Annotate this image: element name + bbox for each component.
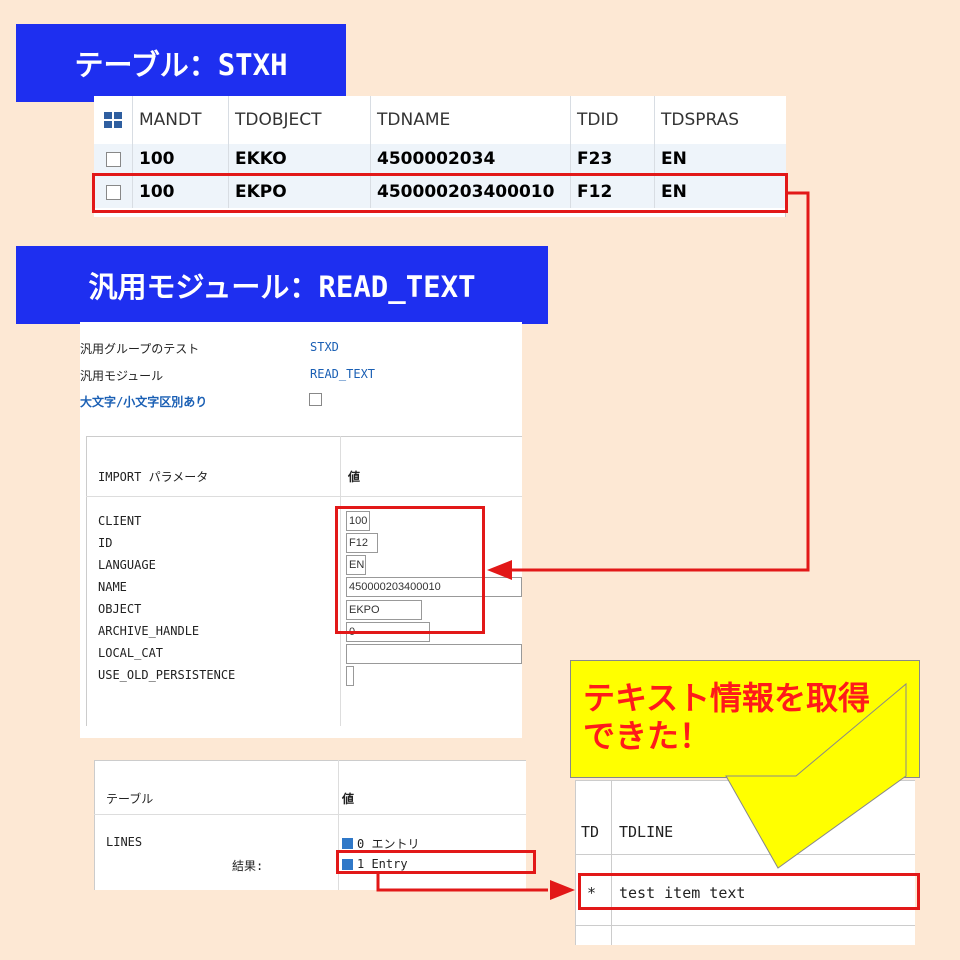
row-to-params-arrow [510,191,810,572]
param-name: USE_OLD_PERSISTENCE [98,668,236,682]
param-name: ARCHIVE_HANDLE [98,624,200,638]
param-name: LANGUAGE [98,558,156,572]
result-highlight [336,850,536,874]
param-name: OBJECT [98,602,142,616]
module-value[interactable]: READ_TEXT [310,367,375,381]
tdline-panel: TD TDLINE * test item text [575,780,915,945]
cell-tdid: F23 [570,144,654,174]
result-label: 結果: [232,859,264,873]
col-tdid[interactable]: TDID [570,96,654,144]
cell-tdobject: EKKO [228,144,370,174]
use-old-persistence-input[interactable] [346,666,354,686]
case-sensitive-checkbox[interactable] [309,393,322,406]
param-name: CLIENT [98,514,142,528]
function-module-banner: 汎用モジュール：READ_TEXT [16,246,548,324]
stxh-row-highlight [92,173,788,213]
lines-label: LINES [106,835,143,849]
cell-tdspras: EN [654,144,786,174]
param-name: LOCAL_CAT [98,646,164,660]
cell-tdname: 4500002034 [370,144,570,174]
tables-header: テーブル [106,792,154,806]
col-tdname[interactable]: TDNAME [370,96,570,144]
col-tdline: TDLINE [619,823,674,841]
col-td: TD [581,823,600,841]
col-tdspras[interactable]: TDSPRAS [654,96,786,144]
import-params-header: IMPORT パラメータ [98,470,209,484]
local-cat-input[interactable] [346,644,522,664]
import-value-header: 値 [348,470,361,484]
stxh-header-row: MANDT TDOBJECT TDNAME TDID TDSPRAS [94,96,786,144]
callout-note: テキスト情報を取得 できた！ [570,660,920,778]
param-name: NAME [98,580,127,594]
table-banner: テーブル：STXH [16,24,346,102]
arrowhead [550,880,575,900]
column-settings-button[interactable] [94,96,132,144]
grid-settings-icon [104,112,122,128]
col-mandt[interactable]: MANDT [132,96,228,144]
table-icon [342,838,353,849]
tdline-row-highlight [578,873,920,910]
tables-value-header: 値 [342,792,355,806]
import-values-highlight [335,506,485,634]
note-line-2: できた！ [583,717,712,755]
note-line-1: テキスト情報を取得 [583,679,871,717]
group-label: 汎用グループのテスト [80,342,200,356]
cell-mandt: 100 [132,144,228,174]
table-row[interactable]: 100 EKKO 4500002034 F23 EN [94,144,786,174]
col-tdobject[interactable]: TDOBJECT [228,96,370,144]
row-checkbox[interactable] [105,151,121,167]
param-name: ID [98,536,113,550]
group-value[interactable]: STXD [310,340,339,354]
module-label: 汎用モジュール [80,369,164,383]
case-sensitive-label: 大文字/小文字区別あり [80,395,208,409]
